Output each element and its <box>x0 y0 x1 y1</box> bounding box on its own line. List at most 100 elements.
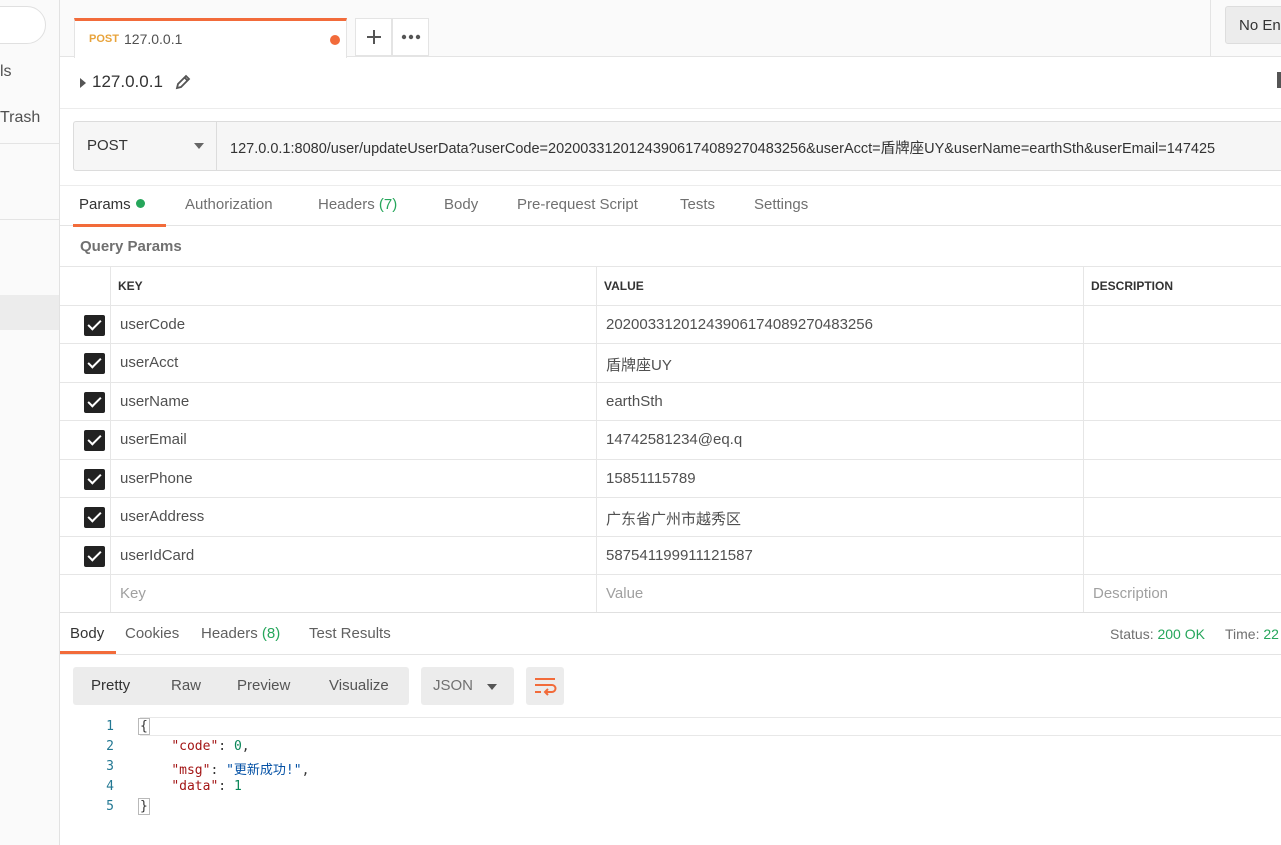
row-value-cell[interactable]: 盾牌座UY <box>597 344 1084 382</box>
response-tab-headers-count: (8) <box>261 625 281 642</box>
param-checkbox[interactable] <box>84 430 105 451</box>
format-select-label: JSON <box>433 677 474 694</box>
row-value-cell[interactable]: earthSth <box>597 382 1084 420</box>
row-key-cell[interactable]: userAddress <box>111 498 597 536</box>
row-value-cell[interactable]: 20200331201243906174089270483256 <box>597 305 1084 343</box>
row-value-cell[interactable]: 15851115789 <box>597 459 1084 497</box>
param-key: userAddress <box>120 508 205 525</box>
param-key: userPhone <box>120 469 193 487</box>
row-key-cell[interactable]: userPhone <box>111 459 597 497</box>
response-tab-test-results[interactable]: Test Results <box>309 625 391 642</box>
tab-options-button[interactable] <box>392 18 429 56</box>
tab-pre-request-script[interactable]: Pre-request Script <box>517 196 638 213</box>
row-check-cell <box>60 536 111 574</box>
tab-body[interactable]: Body <box>444 196 478 213</box>
table-row: userIdCard 587541199911121587 <box>60 535 1281 575</box>
tab-headers[interactable]: Headers (7) <box>318 196 397 213</box>
row-value-cell[interactable]: 14742581234@eq.q <box>597 421 1084 459</box>
param-checkbox[interactable] <box>84 314 105 336</box>
environment-select[interactable]: No En <box>1225 6 1281 44</box>
method-select[interactable]: POST <box>74 122 217 170</box>
response-body-editor[interactable]: 1 2 3 4 5 { "code": 0, "msg": "更新成功!", "… <box>60 716 1281 845</box>
param-checkbox[interactable] <box>84 545 105 567</box>
row-key-cell[interactable]: userName <box>111 382 597 420</box>
param-checkbox[interactable] <box>84 353 105 374</box>
row-description-cell[interactable] <box>1084 421 1281 459</box>
tab-tests[interactable]: Tests <box>680 196 715 213</box>
sidebar-selected-item[interactable] <box>0 295 59 330</box>
table-header: KEY VALUE DESCRIPTION <box>60 266 1281 305</box>
param-key: userIdCard <box>120 546 195 564</box>
row-key-cell[interactable]: userAcct <box>111 344 597 382</box>
new-key-input[interactable]: Key <box>111 575 597 613</box>
table-row: userName earthSth <box>60 381 1281 421</box>
save-icon[interactable] <box>1277 72 1281 88</box>
response-status[interactable]: Status: 200 OK <box>1110 626 1205 642</box>
response-tab-body[interactable]: Body <box>70 625 104 642</box>
header-key-cell: KEY <box>111 267 597 305</box>
sidebar-item-trash[interactable]: Trash <box>0 109 40 127</box>
view-pretty-button[interactable]: Pretty <box>91 677 130 694</box>
new-description-input[interactable]: Description <box>1084 575 1281 613</box>
row-key-cell[interactable]: userEmail <box>111 421 597 459</box>
tab-params[interactable]: Params <box>79 196 145 213</box>
row-check-cell <box>60 344 111 382</box>
param-value: 盾牌座UY <box>606 357 672 374</box>
view-raw-button[interactable]: Raw <box>171 677 201 694</box>
view-visualize-button[interactable]: Visualize <box>329 677 389 694</box>
plus-icon <box>366 30 381 44</box>
active-tab-indicator <box>73 224 166 227</box>
caret-right-icon[interactable] <box>80 78 86 88</box>
url-input[interactable]: 127.0.0.1:8080/user/updateUserData?userC… <box>230 137 1215 158</box>
row-description-cell[interactable] <box>1084 460 1281 498</box>
wrap-lines-button[interactable] <box>526 667 564 705</box>
new-value-input[interactable]: Value <box>597 575 1084 613</box>
row-key-cell[interactable]: userIdCard <box>111 536 597 574</box>
param-checkbox[interactable] <box>84 468 105 490</box>
row-value-cell[interactable]: 587541199911121587 <box>597 536 1084 574</box>
row-description-cell[interactable] <box>1084 344 1281 382</box>
view-preview-button[interactable]: Preview <box>237 677 290 694</box>
key-placeholder: Key <box>120 585 146 602</box>
header-description: DESCRIPTION <box>1091 279 1174 293</box>
new-tab-button[interactable] <box>355 18 392 56</box>
response-time[interactable]: Time: 22 <box>1225 626 1279 642</box>
json-key: "msg" <box>171 763 211 778</box>
row-description-cell[interactable] <box>1084 383 1281 421</box>
time-label: Time: <box>1225 626 1260 642</box>
row-check-cell <box>60 305 111 343</box>
header-value-cell: VALUE <box>597 267 1084 305</box>
row-description-cell[interactable] <box>1084 537 1281 575</box>
response-tab-cookies[interactable]: Cookies <box>125 625 179 642</box>
time-value: 22 <box>1263 626 1279 642</box>
param-checkbox[interactable] <box>84 507 105 528</box>
tab-settings[interactable]: Settings <box>754 196 808 213</box>
param-value: earthSth <box>606 392 663 410</box>
unsaved-changes-dot <box>330 35 340 45</box>
description-placeholder: Description <box>1093 585 1169 602</box>
row-description-cell[interactable] <box>1084 498 1281 536</box>
sidebar-search-input[interactable] <box>0 6 46 44</box>
code-line: "data": 1 <box>171 779 242 794</box>
response-tabs: Body Cookies Headers (8) Test Results St… <box>60 612 1281 655</box>
request-tab-method: POST <box>89 33 119 45</box>
row-value-cell[interactable]: 广东省广州市越秀区 <box>597 498 1084 536</box>
row-key-cell[interactable]: userCode <box>111 305 597 343</box>
table-row: userPhone 15851115789 <box>60 458 1281 498</box>
row-description-cell[interactable] <box>1084 306 1281 344</box>
format-select[interactable]: JSON <box>421 667 514 705</box>
json-key: "code" <box>171 739 219 754</box>
query-params-title: Query Params <box>80 238 182 255</box>
param-value: 广东省广州市越秀区 <box>606 511 742 528</box>
request-tab[interactable]: POST 127.0.0.1 <box>74 18 347 58</box>
sidebar-item-apis[interactable]: ls <box>0 63 12 81</box>
method-select-label: POST <box>87 137 128 154</box>
pencil-icon[interactable] <box>173 72 193 92</box>
tab-authorization[interactable]: Authorization <box>185 196 273 213</box>
row-check-cell <box>60 421 111 459</box>
param-value: 15851115789 <box>606 469 696 487</box>
param-checkbox[interactable] <box>84 391 105 413</box>
response-tab-headers[interactable]: Headers (8) <box>201 625 280 642</box>
line-number: 5 <box>106 799 114 814</box>
row-check-cell <box>60 498 111 536</box>
